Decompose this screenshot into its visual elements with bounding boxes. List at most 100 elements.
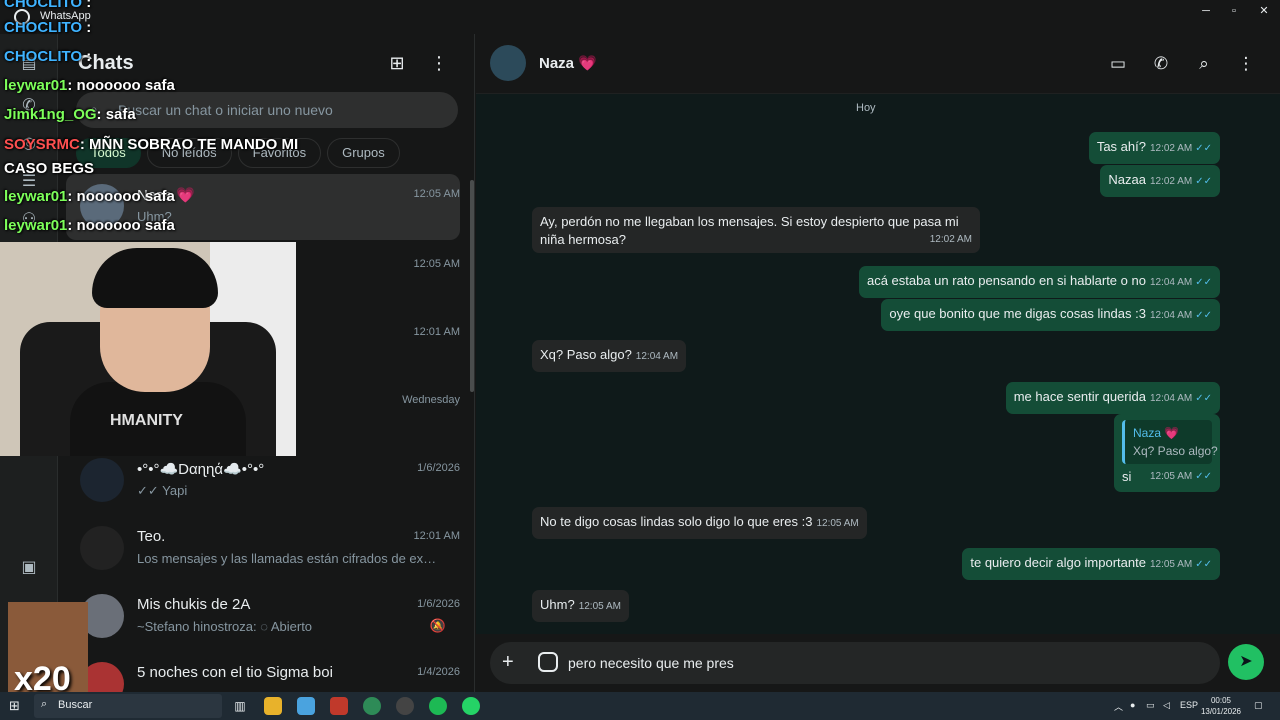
message-time: 12:04 AM [1149,393,1193,404]
overlay-line: leywar01: noooooo safa [4,188,175,205]
minimize-button[interactable]: ─ [1192,4,1220,18]
windows-taskbar: ⊞ ⌕ Buscar ▥ ︿ ● ▭ ◁ ESP 00:05 13/01/202… [0,692,1280,720]
conversation-panel: Naza 💗 ▭ ✆ ⌕ ⋮ Hoy Tas ahí? 12:02 AM ✓✓ Naz… [476,34,1280,692]
message-time: 12:04 AM [1149,277,1193,288]
overlay-line: leywar01: noooooo safa [4,217,175,234]
chat-row[interactable]: 5 noches con el tio Sigma boi 1/4/2026 [66,652,460,692]
message-bubble[interactable]: No te digo cosas lindas solo digo lo que… [532,507,867,539]
overlay-username: CHOCLITO [4,0,83,11]
message-text: acá estaba un rato pensando en si hablar… [866,273,1146,288]
message-time: 12:05 AM [816,518,859,529]
contact-name[interactable]: Naza 💗 [539,54,597,72]
chat-name: 5 noches con el tio Sigma boi [137,664,333,681]
chat-time: 12:01 AM [413,326,460,338]
read-receipt-icon: ✓✓ [1195,310,1212,321]
windows-start-icon[interactable]: ⊞ [9,699,23,713]
message-bubble[interactable]: me hace sentir querida 12:04 AM ✓✓ [1005,382,1220,414]
overlay-line: SOYSRMC: MÑN SOBRAO TE MANDO MI [4,136,298,153]
message-bubble[interactable]: oye que bonito que me digas cosas lindas… [881,299,1220,331]
spotify-icon[interactable] [429,697,447,715]
microphone-icon[interactable]: ● [1130,700,1135,710]
file-explorer-icon[interactable] [264,697,282,715]
quoted-message[interactable]: Naza 💗 Xq? Paso algo? [1122,420,1218,464]
attach-plus-icon[interactable]: + [502,651,514,674]
chat-row[interactable]: Mis chukis de 2A 1/6/2026 ~Stefano hinos… [66,584,460,650]
chat-list-scrollbar[interactable] [470,180,474,392]
message-bubble[interactable]: Naza 💗 Xq? Paso algo? si 12:05 AM ✓✓ [1114,414,1220,492]
overlay-message: : [86,0,92,11]
app-icon[interactable] [330,697,348,715]
chat-last-message: ~Stefano hinostroza: ◌ Abierto [137,619,313,634]
volume-icon[interactable]: ◁ [1163,700,1170,711]
media-gallery-icon[interactable]: ▣ [19,558,39,578]
chat-name: •°•°☁️Dαɳɳά☁️•°•° [137,461,265,478]
taskbar-search[interactable]: ⌕ Buscar [34,694,222,718]
message-bubble[interactable]: Ay, perdón no me llegaban los mensajes. … [532,207,980,253]
message-bubble[interactable]: Tas ahí? 12:02 AM ✓✓ [1088,132,1220,164]
taskbar-search-text: Buscar [58,699,93,711]
menu-icon[interactable]: ⋮ [428,52,450,74]
message-input-text: pero necesito que me pres [568,655,734,671]
emote-overlay: x20 [8,602,88,698]
overlay-line: CHOCLITO : [4,48,91,65]
video-call-icon[interactable]: ▭ [1106,52,1130,76]
quoted-text: Xq? Paso algo? [1133,444,1218,458]
tray-chevron-icon[interactable]: ︿ [1114,700,1123,713]
overlay-username: CHOCLITO [4,19,83,36]
message-time: 12:02 AM [1149,143,1193,154]
maximize-button[interactable]: ▫ [1220,4,1248,18]
taskbar-clock[interactable]: 00:05 13/01/2026 [1198,695,1244,717]
message-time: 12:02 AM [1149,176,1193,187]
overlay-message: : noooooo safa [67,217,175,234]
voice-call-icon[interactable]: ✆ [1149,52,1173,76]
send-button[interactable]: ➤ [1228,644,1264,680]
webcam-hair [92,248,218,308]
message-bubble[interactable]: Uhm? 12:05 AM [532,590,629,622]
search-icon[interactable]: ⌕ [1192,52,1216,76]
chat-last-message: Los mensajes y las llamadas están cifrad… [137,551,437,566]
clock-time: 00:05 [1210,696,1232,705]
obs-icon[interactable] [396,697,414,715]
overlay-line: CHOCLITO : [4,19,91,36]
message-time: 12:05 AM [1149,559,1193,570]
message-text: si [1122,469,1132,484]
overlay-message: : MÑN SOBRAO TE MANDO MI [79,136,299,153]
overlay-username: leywar01 [4,77,68,94]
chat-time: 1/6/2026 [417,598,460,610]
message-bubble[interactable]: te quiero decir algo importante 12:05 AM ✓… [962,548,1220,580]
overlay-message: : [86,19,92,36]
task-view-icon[interactable]: ▥ [231,697,249,715]
new-chat-icon[interactable]: ⊞ [386,52,408,74]
heart-emoji: 💗 [578,55,597,72]
sticker-icon[interactable] [538,652,558,672]
whatsapp-taskbar-icon[interactable] [462,697,480,715]
chat-name: Teo. [137,528,166,545]
message-input[interactable]: + pero necesito que me pres [490,642,1220,684]
contact-avatar[interactable] [490,45,526,81]
read-receipt-icon: ✓✓ [1195,277,1212,288]
message-text: Ay, perdón no me llegaban los mensajes. … [540,214,959,229]
app-icon[interactable] [297,697,315,715]
language-indicator[interactable]: ESP [1180,700,1198,710]
chat-time: 1/6/2026 [417,462,460,474]
chat-row[interactable]: Teo. 12:01 AM Los mensajes y las llamada… [66,516,460,582]
message-bubble[interactable]: Xq? Paso algo? 12:04 AM [532,340,687,372]
message-text: No te digo cosas lindas solo digo lo que… [540,514,813,529]
message-bubble[interactable]: Nazaa 12:02 AM ✓✓ [1100,165,1220,197]
chat-time: 12:01 AM [413,530,460,542]
network-icon[interactable]: ▭ [1146,700,1155,711]
close-window-button[interactable]: ✕ [1250,4,1278,18]
read-receipt-icon: ✓✓ [1195,471,1212,482]
chat-row[interactable]: •°•°☁️Dαɳɳά☁️•°•° 1/6/2026 ✓✓ Yapi [66,448,460,514]
day-label: Hoy [856,102,876,114]
notifications-icon[interactable]: ▢ [1254,700,1263,711]
filter-groups[interactable]: Grupos [327,138,400,168]
overlay-username: SOYSRMC [4,136,80,153]
muted-bell-icon: 🔕 [429,618,446,633]
chrome-icon[interactable] [363,697,381,715]
overlay-line: CHOCLITO : [4,0,91,11]
overlay-username: CHOCLITO [4,48,83,65]
message-bubble[interactable]: acá estaba un rato pensando en si hablar… [858,266,1220,298]
chat-last-message: Uhm? [137,209,172,224]
menu-icon[interactable]: ⋮ [1234,52,1258,76]
